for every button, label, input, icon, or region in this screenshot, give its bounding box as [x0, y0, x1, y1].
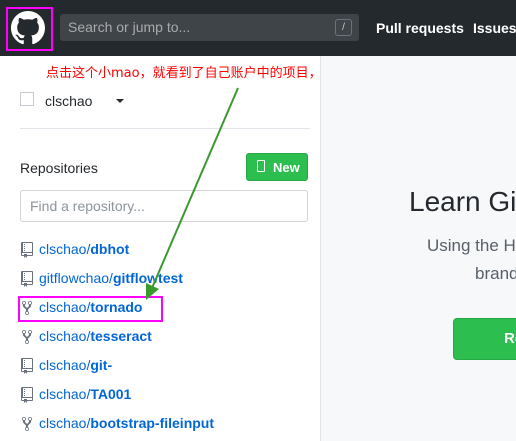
search-placeholder: Search or jump to... [68, 19, 191, 35]
new-repo-label: New [273, 160, 300, 175]
repo-name: git- [90, 357, 113, 373]
top-header: Search or jump to... / Pull requests Iss… [0, 0, 516, 56]
repo-icon [21, 387, 33, 403]
repo-owner: clschao/ [39, 328, 91, 344]
repo-icon [21, 242, 33, 258]
repo-owner: clschao/ [39, 357, 91, 373]
slash-key-hint: / [335, 19, 352, 36]
avatar [20, 92, 34, 106]
find-repository-input[interactable] [20, 190, 308, 222]
nav-issues[interactable]: Issues [473, 20, 516, 36]
repo-owner: clschao/ [39, 415, 91, 431]
learn-text-line-1: Using the H [427, 236, 516, 255]
repo-name: bootstrap-fileinput [90, 415, 215, 431]
repo-owner: gitflowchao/ [39, 270, 113, 286]
username: clschao [45, 93, 93, 109]
fork-icon [22, 417, 32, 431]
logo-highlight-box [6, 7, 53, 51]
read-guide-button[interactable]: Re [453, 318, 516, 360]
search-field[interactable]: Search or jump to... / [60, 14, 359, 41]
repo-name: tesseract [90, 328, 152, 344]
divider [20, 128, 310, 129]
learn-git-panel: Learn Gi Using the H brand Re [320, 56, 516, 441]
repo-name: TA001 [90, 386, 132, 402]
read-guide-label: Re [504, 330, 516, 347]
fork-icon [22, 330, 32, 344]
nav-pull-requests[interactable]: Pull requests [376, 20, 464, 36]
repo-icon [21, 358, 33, 374]
tornado-highlight-box [18, 296, 163, 322]
repo-owner: clschao/ [39, 386, 91, 402]
new-repo-button[interactable]: New [246, 153, 308, 181]
caret-down-icon [116, 99, 124, 103]
repositories-heading: Repositories [20, 160, 98, 176]
repo-name: dbhot [90, 241, 130, 257]
learn-text-line-2: brand [475, 264, 516, 283]
learn-heading: Learn Gi [409, 186, 516, 217]
repo-owner: clschao/ [39, 241, 91, 257]
repo-icon [21, 271, 33, 287]
repo-icon [257, 160, 265, 172]
repo-name: gitflowtest [112, 270, 183, 286]
